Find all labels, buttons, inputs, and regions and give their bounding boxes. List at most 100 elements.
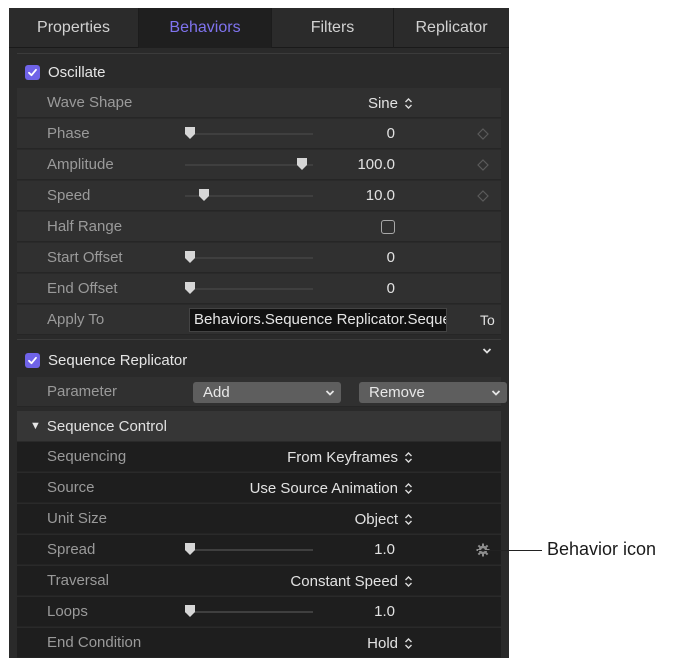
half-range-row: Half Range xyxy=(17,212,501,242)
tab-behaviors[interactable]: Behaviors xyxy=(139,8,272,48)
updown-icon xyxy=(405,513,412,525)
oscillate-title: Oscillate xyxy=(48,63,106,81)
updown-icon xyxy=(405,637,412,649)
slider-thumb[interactable] xyxy=(199,189,209,201)
spread-value[interactable]: 1.0 xyxy=(374,535,395,565)
tab-replicator[interactable]: Replicator xyxy=(394,8,509,48)
start-offset-row: Start Offset 0 xyxy=(17,243,501,273)
apply-to-menu[interactable]: To xyxy=(480,305,501,354)
sequencing-row: Sequencing From Keyframes xyxy=(17,442,501,472)
spread-slider[interactable] xyxy=(185,543,313,555)
sequencing-popup[interactable]: From Keyframes xyxy=(287,442,413,472)
parameter-row: Parameter Add Remove xyxy=(17,377,507,407)
oscillate-enable-checkbox[interactable] xyxy=(25,64,40,80)
amplitude-value[interactable]: 100.0 xyxy=(357,150,395,180)
parameter-remove-select[interactable]: Remove xyxy=(359,382,507,403)
loops-value[interactable]: 1.0 xyxy=(374,597,395,627)
phase-value[interactable]: 0 xyxy=(387,119,395,149)
disclosure-triangle-icon[interactable]: ▼ xyxy=(30,420,41,432)
parameter-remove-label: Remove xyxy=(369,384,425,401)
sequence-control-header[interactable]: ▼ Sequence Control xyxy=(17,411,501,441)
sequence-replicator-header: Sequence Replicator xyxy=(17,345,501,375)
sequence-control-title: Sequence Control xyxy=(46,417,167,435)
end-offset-slider[interactable] xyxy=(185,282,313,294)
end-condition-popup[interactable]: Hold xyxy=(367,628,413,658)
unit-size-row: Unit Size Object xyxy=(17,504,501,534)
slider-thumb[interactable] xyxy=(185,251,195,263)
updown-icon xyxy=(405,575,412,587)
slider-thumb[interactable] xyxy=(185,282,195,294)
sequence-replicator-title: Sequence Replicator xyxy=(48,351,188,369)
amplitude-row: Amplitude 100.0 xyxy=(17,150,501,180)
parameter-label: Parameter xyxy=(47,383,118,400)
unit-size-label: Unit Size xyxy=(47,510,108,527)
speed-label: Speed xyxy=(47,187,91,204)
loops-label: Loops xyxy=(47,603,88,620)
wave-shape-value: Sine xyxy=(367,94,398,112)
slider-thumb[interactable] xyxy=(185,605,195,617)
parameter-add-select[interactable]: Add xyxy=(193,382,341,403)
keyframe-diamond-icon[interactable] xyxy=(477,159,489,171)
source-popup[interactable]: Use Source Animation xyxy=(250,473,413,503)
spread-row: Spread 1.0 xyxy=(17,535,501,565)
apply-to-label: Apply To xyxy=(47,311,105,328)
apply-to-row: Apply To Behaviors.Sequence Replicator.S… xyxy=(17,305,501,354)
keyframe-diamond-icon[interactable] xyxy=(477,190,489,202)
end-condition-value: Hold xyxy=(367,634,398,652)
source-label: Source xyxy=(47,479,95,496)
amplitude-slider[interactable] xyxy=(185,158,313,170)
inspector-panel: Properties Behaviors Filters Replicator … xyxy=(9,8,509,658)
parameter-add-label: Add xyxy=(203,384,230,401)
end-offset-value[interactable]: 0 xyxy=(387,274,395,304)
speed-value[interactable]: 10.0 xyxy=(366,181,395,211)
speed-slider[interactable] xyxy=(185,189,313,201)
oscillate-header: Oscillate xyxy=(17,57,501,87)
updown-icon xyxy=(405,482,412,494)
traversal-popup[interactable]: Constant Speed xyxy=(290,566,413,596)
wave-shape-label: Wave Shape xyxy=(47,94,133,111)
unit-size-popup[interactable]: Object xyxy=(355,504,413,534)
traversal-row: Traversal Constant Speed xyxy=(17,566,501,596)
apply-to-menu-label: To xyxy=(480,312,495,328)
end-offset-label: End Offset xyxy=(47,280,118,297)
spread-label: Spread xyxy=(47,541,96,558)
sequencing-label: Sequencing xyxy=(47,448,127,465)
slider-thumb[interactable] xyxy=(297,158,307,170)
traversal-label: Traversal xyxy=(47,572,109,589)
amplitude-label: Amplitude xyxy=(47,156,114,173)
slider-thumb[interactable] xyxy=(185,543,195,555)
sequence-replicator-enable-checkbox[interactable] xyxy=(25,352,40,368)
loops-row: Loops 1.0 xyxy=(17,597,501,627)
divider xyxy=(17,53,501,54)
speed-row: Speed 10.0 xyxy=(17,181,501,211)
phase-slider[interactable] xyxy=(185,127,313,139)
apply-to-field[interactable]: Behaviors.Sequence Replicator.Sequence C… xyxy=(189,308,447,332)
unit-size-value: Object xyxy=(354,510,398,528)
end-offset-row: End Offset 0 xyxy=(17,274,501,304)
sequencing-value: From Keyframes xyxy=(287,448,398,466)
callout-leader-line xyxy=(478,550,542,551)
source-value: Use Source Animation xyxy=(249,479,398,497)
updown-icon xyxy=(405,451,412,463)
slider-thumb[interactable] xyxy=(185,127,195,139)
half-range-label: Half Range xyxy=(47,218,123,235)
end-condition-label: End Condition xyxy=(47,634,142,651)
chevron-down-icon xyxy=(491,390,501,396)
loops-slider[interactable] xyxy=(185,605,313,617)
end-condition-row: End Condition Hold xyxy=(17,628,501,658)
wave-shape-row: Wave Shape Sine xyxy=(17,88,501,118)
divider xyxy=(17,339,501,340)
updown-icon xyxy=(405,97,412,109)
phase-row: Phase 0 xyxy=(17,119,501,149)
start-offset-slider[interactable] xyxy=(185,251,313,263)
half-range-checkbox[interactable] xyxy=(381,220,395,234)
tab-filters[interactable]: Filters xyxy=(272,8,394,48)
chevron-down-icon xyxy=(325,390,335,396)
start-offset-label: Start Offset xyxy=(47,249,123,266)
traversal-value: Constant Speed xyxy=(290,572,398,590)
start-offset-value[interactable]: 0 xyxy=(387,243,395,273)
keyframe-diamond-icon[interactable] xyxy=(477,128,489,140)
source-row: Source Use Source Animation xyxy=(17,473,501,503)
wave-shape-popup[interactable]: Sine xyxy=(368,88,413,118)
tab-properties[interactable]: Properties xyxy=(9,8,139,48)
